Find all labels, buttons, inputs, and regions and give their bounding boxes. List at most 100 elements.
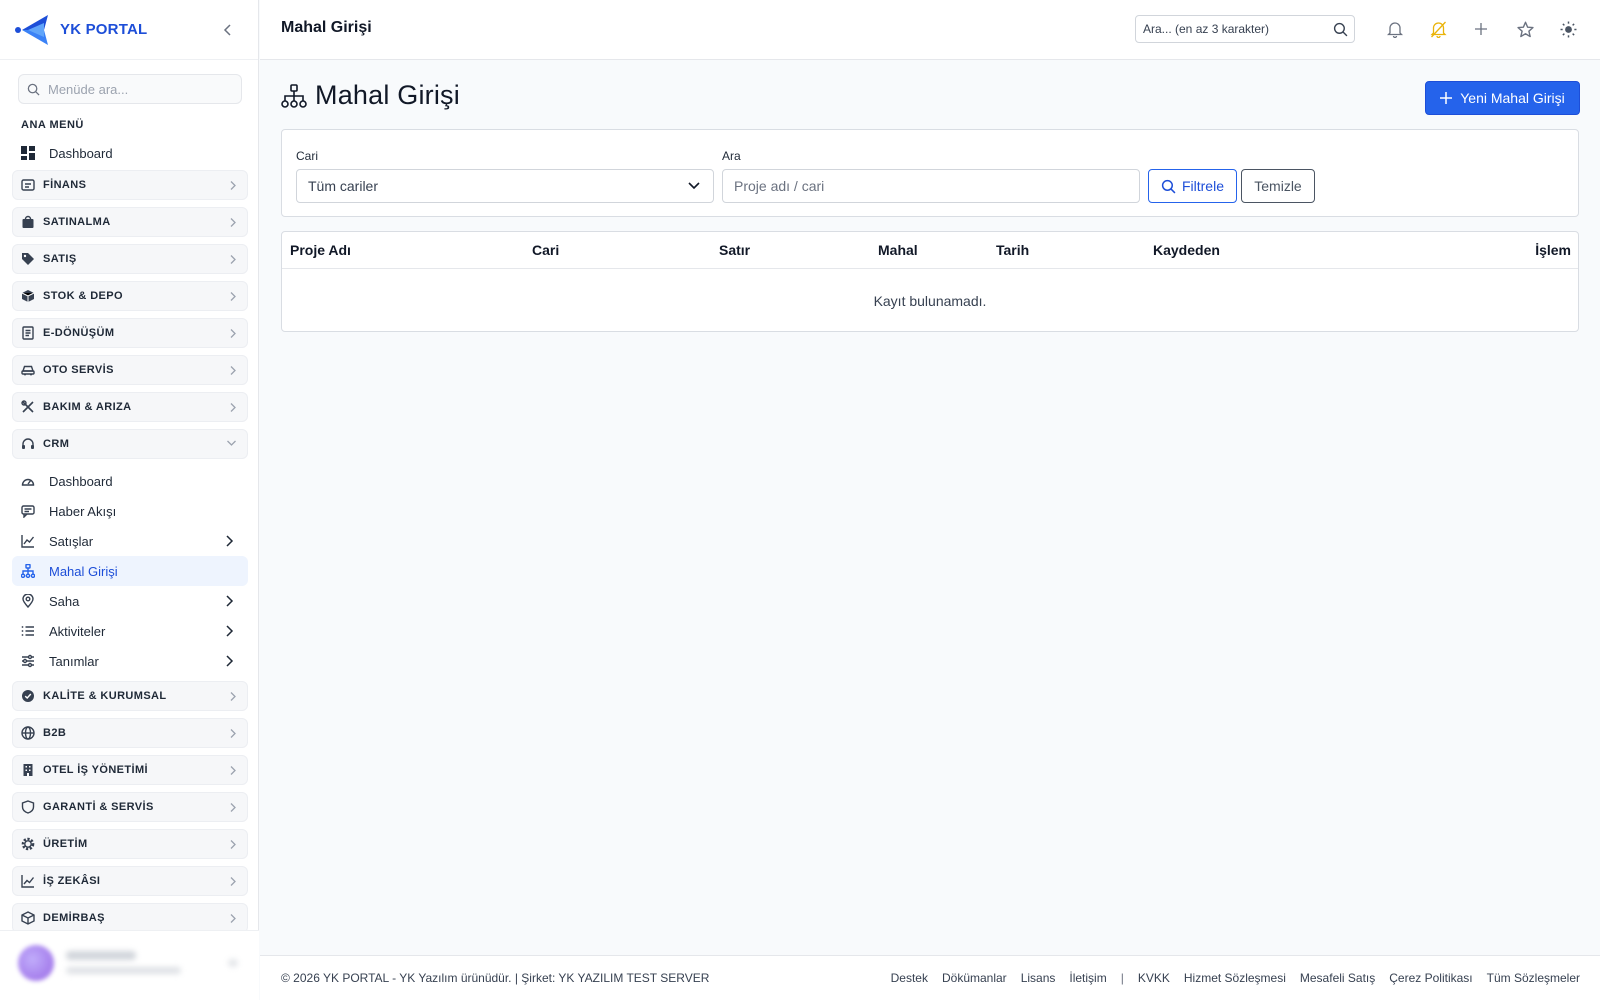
sidebar-group-satinalma[interactable]: SATINALMA xyxy=(12,207,248,237)
sidebar-group-bakim-ariza[interactable]: BAKIM & ARIZA xyxy=(12,392,248,422)
column-header-cari[interactable]: Cari xyxy=(532,242,559,258)
sidebar-group-label: OTO SERVİS xyxy=(43,364,114,376)
notifications-button[interactable] xyxy=(1385,19,1405,39)
column-header-islem: İşlem xyxy=(1535,242,1571,258)
sidebar-group-label: SATIŞ xyxy=(43,253,77,265)
theme-toggle-button[interactable] xyxy=(1558,19,1578,39)
sidebar-group-kalite-kurumsal[interactable]: KALİTE & KURUMSAL xyxy=(12,681,248,711)
footer-link-tum-sozlesmeler[interactable]: Tüm Sözleşmeler xyxy=(1487,971,1580,985)
chart-line-icon xyxy=(21,535,35,548)
sidebar-group-finans[interactable]: FİNANS xyxy=(12,170,248,200)
chevron-right-icon xyxy=(226,625,234,637)
sidebar-item-crm-haber-akisi[interactable]: Haber Akışı xyxy=(12,496,248,526)
sidebar-item-crm-saha[interactable]: Saha xyxy=(12,586,248,616)
footer-link-kvkk[interactable]: KVKK xyxy=(1138,971,1170,985)
section-title: ANA MENÜ xyxy=(21,119,84,131)
chevron-down-icon xyxy=(688,182,700,190)
sitemap-icon xyxy=(21,564,35,578)
sidebar-group-stok-depo[interactable]: STOK & DEPO xyxy=(12,281,248,311)
chevron-right-icon xyxy=(230,729,236,738)
sidebar-item-crm-satislar[interactable]: Satışlar xyxy=(12,526,248,556)
sidebar-group-oto-servis[interactable]: OTO SERVİS xyxy=(12,355,248,385)
sidebar-group-label: STOK & DEPO xyxy=(43,290,123,302)
shield-icon xyxy=(21,800,35,814)
footer-link-dokumanlar[interactable]: Dökümanlar xyxy=(942,971,1007,985)
dashboard-icon xyxy=(21,146,35,160)
new-mahal-button-label: Yeni Mahal Girişi xyxy=(1460,90,1565,106)
sidebar-group-label: OTEL İŞ YÖNETİMİ xyxy=(43,764,149,776)
sidebar-item-crm-dashboard[interactable]: Dashboard xyxy=(12,466,248,496)
footer-link-mesafeli-satis[interactable]: Mesafeli Satış xyxy=(1300,971,1375,985)
bag-icon xyxy=(22,215,34,228)
filter-button-label: Filtrele xyxy=(1181,178,1224,194)
sidebar-group-uretim[interactable]: ÜRETİM xyxy=(12,829,248,859)
cari-label: Cari xyxy=(296,149,319,163)
footer-link-hizmet-sozlesmesi[interactable]: Hizmet Sözleşmesi xyxy=(1184,971,1286,985)
footer-separator: | xyxy=(1120,971,1124,985)
sun-icon xyxy=(1560,21,1576,37)
page-heading: Mahal Girişi xyxy=(281,80,460,111)
sidebar-item-crm-aktiviteler[interactable]: Aktiviteler xyxy=(12,616,248,646)
menu-search-input[interactable] xyxy=(48,81,228,97)
chart-icon xyxy=(21,875,35,888)
sidebar-group-label: FİNANS xyxy=(43,179,87,191)
column-header-proje-adi[interactable]: Proje Adı xyxy=(290,242,351,258)
sidebar-item-crm-mahal-girisi[interactable]: Mahal Girişi xyxy=(12,556,248,586)
menu-search xyxy=(18,74,242,104)
sidebar-group-is-zekasi[interactable]: İŞ ZEKÂSI xyxy=(12,866,248,896)
sidebar-group-e-donusum[interactable]: E-DÖNÜŞÜM xyxy=(12,318,248,348)
table-header: Proje Adı Cari Satır Mahal Tarih Kaydede… xyxy=(282,232,1578,269)
footer: © 2026 YK PORTAL - YK Yazılım ürünüdür. … xyxy=(260,955,1600,1000)
gauge-icon xyxy=(21,478,35,486)
search-input[interactable] xyxy=(722,169,1140,203)
tag-icon xyxy=(22,253,34,265)
column-header-kaydeden[interactable]: Kaydeden xyxy=(1153,242,1220,258)
results-table: Proje Adı Cari Satır Mahal Tarih Kaydede… xyxy=(281,231,1579,332)
sidebar-item-crm-tanimlar[interactable]: Tanımlar xyxy=(12,646,248,676)
user-menu-chevron xyxy=(228,959,238,967)
sidebar-group-label: B2B xyxy=(43,727,67,739)
sidebar-group-demirbas[interactable]: DEMİRBAŞ xyxy=(12,903,248,933)
sidebar-group-otel-is-yonetimi[interactable]: OTEL İŞ YÖNETİMİ xyxy=(12,755,248,785)
bell-icon xyxy=(1387,21,1403,38)
column-header-satir[interactable]: Satır xyxy=(719,242,750,258)
search-icon[interactable] xyxy=(1333,22,1348,37)
sidebar-group-crm[interactable]: CRM xyxy=(12,429,248,459)
chevron-right-icon xyxy=(230,766,236,775)
sidebar-group-label: CRM xyxy=(43,438,70,450)
chevron-right-icon xyxy=(230,292,236,301)
filter-button[interactable]: Filtrele xyxy=(1148,169,1237,203)
footer-link-lisans[interactable]: Lisans xyxy=(1021,971,1056,985)
quick-add-button[interactable] xyxy=(1471,19,1491,39)
user-block[interactable] xyxy=(0,930,259,1000)
sidebar-item-dashboard[interactable]: Dashboard xyxy=(12,138,248,168)
collapse-sidebar-button[interactable] xyxy=(218,20,238,40)
chevron-right-icon xyxy=(230,329,236,338)
sidebar-item-label: Haber Akışı xyxy=(49,503,117,519)
clear-button[interactable]: Temizle xyxy=(1241,169,1315,203)
sidebar-item-label: Tanımlar xyxy=(49,653,99,669)
chevron-right-icon xyxy=(230,914,236,923)
mute-notifications-button[interactable] xyxy=(1428,19,1448,39)
global-search-input[interactable] xyxy=(1143,22,1328,36)
column-header-tarih[interactable]: Tarih xyxy=(996,242,1029,258)
footer-link-cerez-politikasi[interactable]: Çerez Politikası xyxy=(1389,971,1472,985)
sidebar-group-garanti-servis[interactable]: GARANTİ & SERVİS xyxy=(12,792,248,822)
map-pin-icon xyxy=(22,594,34,608)
sidebar-item-label: Aktiviteler xyxy=(49,623,106,639)
cari-select[interactable]: Tüm cariler xyxy=(296,169,714,203)
brand-name: YK PORTAL xyxy=(60,21,148,38)
footer-link-iletisim[interactable]: İletişim xyxy=(1069,971,1106,985)
cube-icon xyxy=(21,911,35,925)
sidebar-group-label: İŞ ZEKÂSI xyxy=(43,875,101,887)
column-header-mahal[interactable]: Mahal xyxy=(878,242,918,258)
sidebar-item-label: Dashboard xyxy=(49,473,113,489)
document-icon xyxy=(22,326,34,340)
sidebar-item-label: Saha xyxy=(49,593,80,609)
new-mahal-button[interactable]: Yeni Mahal Girişi xyxy=(1425,81,1580,115)
sidebar-group-satis[interactable]: SATIŞ xyxy=(12,244,248,274)
footer-link-destek[interactable]: Destek xyxy=(891,971,928,985)
empty-state: Kayıt bulunamadı. xyxy=(873,293,987,309)
sidebar-group-b2b[interactable]: B2B xyxy=(12,718,248,748)
favorites-button[interactable] xyxy=(1515,19,1535,39)
